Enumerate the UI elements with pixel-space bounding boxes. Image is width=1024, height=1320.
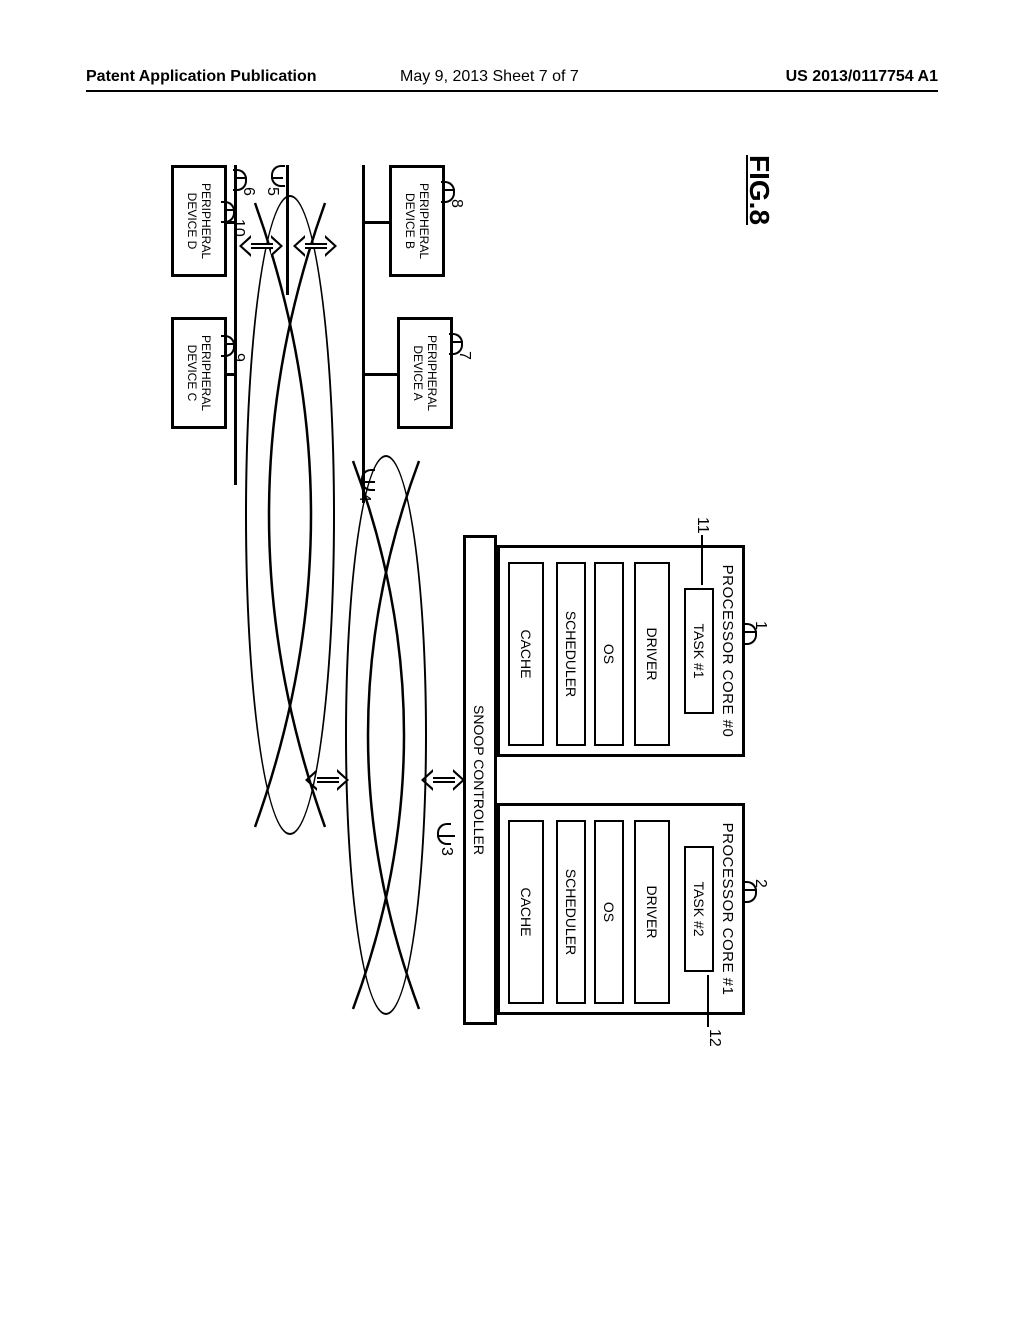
ref-periph-d: 10 <box>229 219 247 237</box>
core0-task: TASK #1 <box>684 588 714 714</box>
ref-task1: 11 <box>693 517 711 534</box>
page: Patent Application Publication May 9, 20… <box>0 0 1024 1320</box>
core1-title: PROCESSOR CORE #1 <box>719 806 736 1012</box>
periph-a-label: PERIPHERAL DEVICE A <box>411 335 440 411</box>
core1-cache: CACHE <box>508 820 544 1004</box>
core0-os: OS <box>594 562 624 746</box>
leader-task1 <box>701 535 703 585</box>
peripheral-device-d: PERIPHERAL DEVICE D <box>171 165 227 277</box>
peripheral-device-c: PERIPHERAL DEVICE C <box>171 317 227 429</box>
leader-task2 <box>707 975 709 1027</box>
periph-b-label: PERIPHERAL DEVICE B <box>403 183 432 259</box>
ref-snoop: 3 <box>437 847 455 856</box>
core1-os: OS <box>594 820 624 1004</box>
core0-scheduler: SCHEDULER <box>556 562 586 746</box>
leader-bus-lower <box>235 177 247 179</box>
figure-container: FIG.8 PROCESSOR CORE #0 TASK #1 DRIVER O… <box>160 155 775 1105</box>
core0-driver: DRIVER <box>634 562 670 746</box>
figure-rotated: FIG.8 PROCESSOR CORE #0 TASK #1 DRIVER O… <box>160 155 775 1105</box>
bus-stub-a <box>365 373 397 376</box>
leader-periph-a <box>451 341 463 343</box>
core1-scheduler: SCHEDULER <box>556 820 586 1004</box>
page-header: Patent Application Publication May 9, 20… <box>0 72 1024 100</box>
leader-periph-b <box>443 189 455 191</box>
periph-c-label: PERIPHERAL DEVICE C <box>185 335 214 411</box>
leader-bus-mid <box>271 177 283 179</box>
processor-core-0: PROCESSOR CORE #0 TASK #1 DRIVER OS SCHE… <box>497 545 745 757</box>
leader-core0 <box>745 631 757 633</box>
core1-task: TASK #2 <box>684 846 714 972</box>
header-left: Patent Application Publication <box>86 68 317 86</box>
arrow-periph-lower <box>241 233 281 259</box>
core1-driver: DRIVER <box>634 820 670 1004</box>
header-rule <box>86 90 938 92</box>
header-middle: May 9, 2013 Sheet 7 of 7 <box>400 68 579 86</box>
peripheral-device-a: PERIPHERAL DEVICE A <box>397 317 453 429</box>
bus-line-upper <box>362 165 365 503</box>
leader-periph-c <box>225 343 235 345</box>
leader-core1 <box>745 889 757 891</box>
leader-periph-d <box>225 209 235 211</box>
bus-lower-cross-icon <box>245 195 335 835</box>
arrow-snoop-bus <box>423 767 463 793</box>
peripheral-device-b: PERIPHERAL DEVICE B <box>389 165 445 277</box>
ref-task2: 12 <box>705 1029 723 1047</box>
header-right: US 2013/0117754 A1 <box>786 68 938 86</box>
core0-title: PROCESSOR CORE #0 <box>719 548 736 754</box>
core0-cache: CACHE <box>508 562 544 746</box>
bus-stub-b <box>365 221 389 224</box>
periph-d-label: PERIPHERAL DEVICE D <box>185 183 214 259</box>
bus-upper-cross-icon <box>345 455 427 1015</box>
figure-title: FIG.8 <box>743 155 775 225</box>
snoop-controller: SNOOP CONTROLLER <box>463 535 497 1025</box>
ref-bus-mid: 5 <box>263 187 281 196</box>
arrow-periph-upper <box>295 233 335 259</box>
bus-line-mid <box>286 165 289 295</box>
leader-snoop <box>437 835 455 837</box>
